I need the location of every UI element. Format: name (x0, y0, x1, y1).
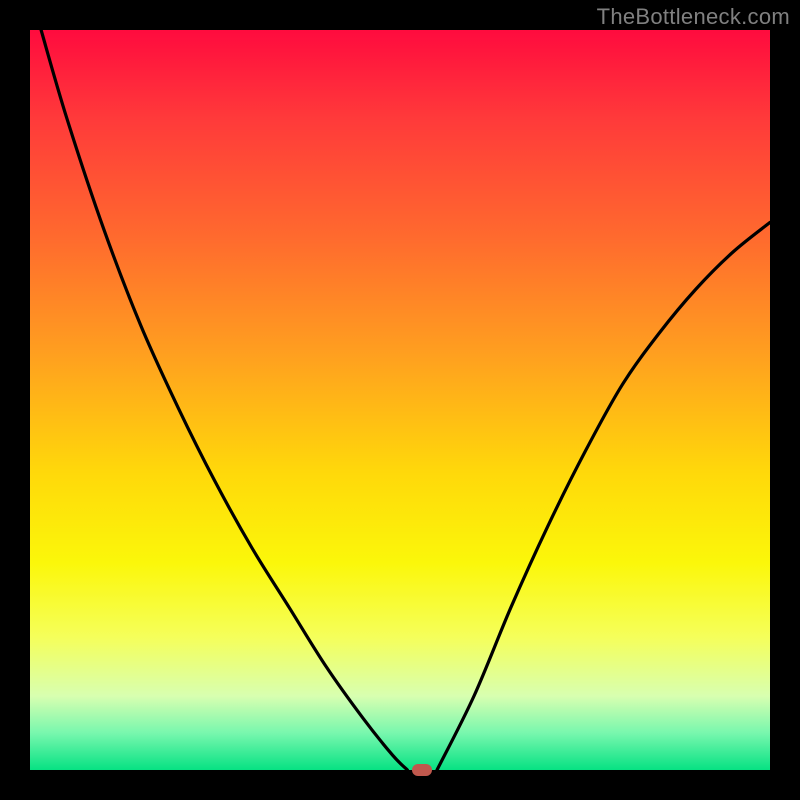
plot-area (30, 30, 770, 770)
chart-frame: TheBottleneck.com (0, 0, 800, 800)
bottleneck-curve (30, 30, 770, 770)
optimum-marker (412, 764, 432, 776)
watermark-text: TheBottleneck.com (597, 4, 790, 30)
